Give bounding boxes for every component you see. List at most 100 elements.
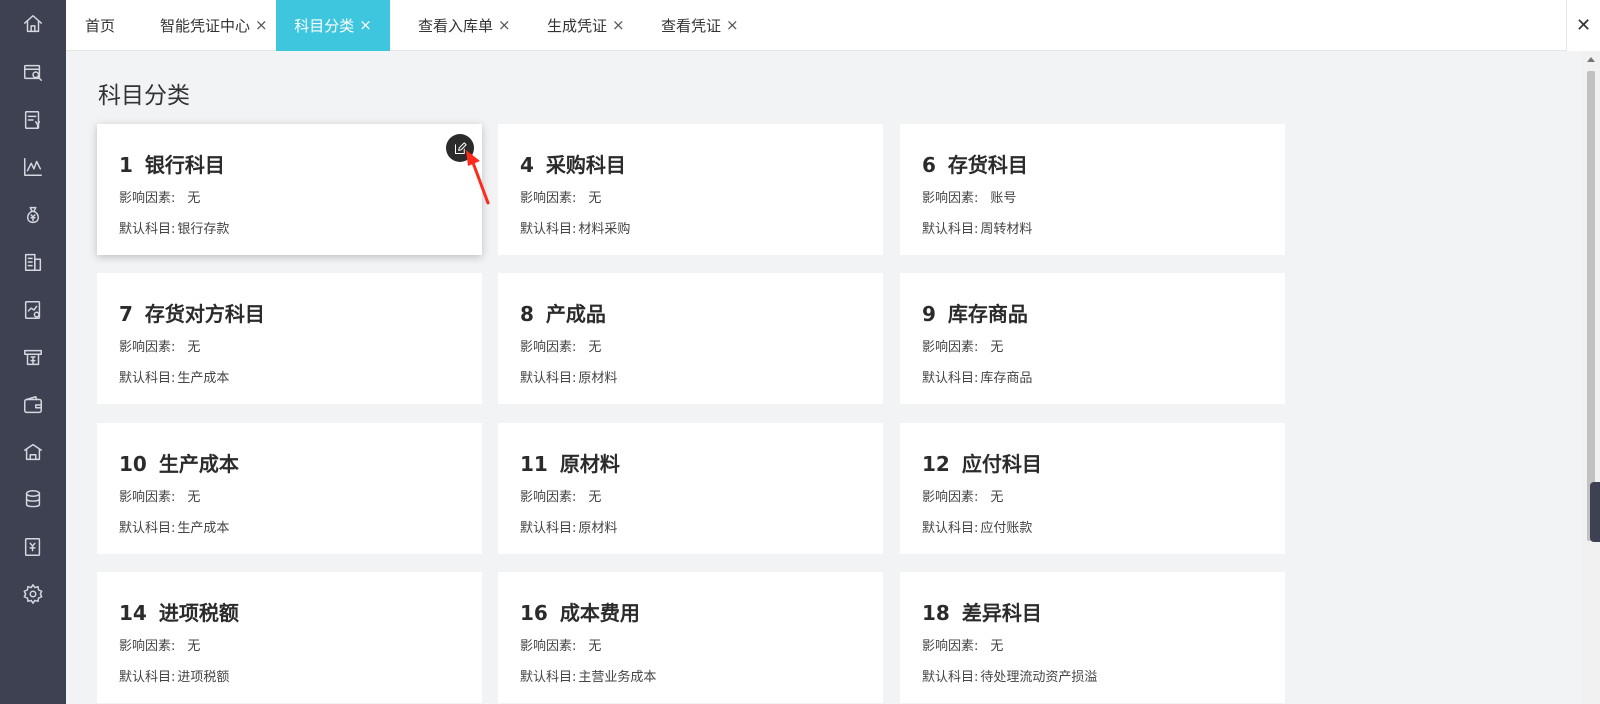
account-category-card[interactable]: 16 成本费用影响因素: 无默认科目: 主营业务成本 xyxy=(498,572,883,703)
wallet-icon[interactable] xyxy=(20,392,46,418)
account-category-card[interactable]: 12 应付科目影响因素: 无默认科目: 应付账款 xyxy=(900,423,1285,554)
card-title: 11 原材料 xyxy=(520,448,620,477)
vertical-scrollbar[interactable] xyxy=(1582,51,1600,704)
account-category-card[interactable]: 6 存货科目 影响因素: 账号 默认科目: 周转材料 xyxy=(900,124,1285,255)
invoice-icon[interactable] xyxy=(20,107,46,133)
home-icon[interactable] xyxy=(20,11,46,37)
warehouse-icon[interactable] xyxy=(20,439,46,465)
card-factor: 影响因素: 无 xyxy=(119,187,200,206)
account-category-card[interactable]: 7 存货对方科目影响因素: 无默认科目: 生产成本 xyxy=(97,273,482,404)
building-icon[interactable] xyxy=(20,249,46,275)
account-category-card[interactable]: 1 银行科目影响因素: 无默认科目: 银行存款 xyxy=(97,124,482,255)
default-value: 生产成本 xyxy=(177,371,230,386)
default-label: 默认科目: xyxy=(922,521,979,536)
card-title: 10 生产成本 xyxy=(119,448,239,477)
card-number: 4 xyxy=(520,153,534,177)
card-name: 进项税额 xyxy=(158,601,239,625)
card-title: 6 存货科目 xyxy=(922,149,1028,178)
card-factor: 影响因素: 无 xyxy=(922,486,1003,505)
factor-value: 无 xyxy=(187,490,201,505)
tab-view-voucher[interactable]: 查看凭证 × xyxy=(661,0,739,51)
card-default-account: 默认科目: 原材料 xyxy=(520,367,617,386)
tab-home[interactable]: 首页 xyxy=(85,0,115,51)
side-widget-handle[interactable] xyxy=(1590,482,1600,542)
annotation-arrow-icon xyxy=(466,150,490,205)
card-default-account: 默认科目: 应付账款 xyxy=(922,517,1032,536)
default-label: 默认科目: xyxy=(922,371,979,386)
factor-label: 影响因素: xyxy=(520,639,577,654)
card-default-account: 默认科目: 主营业务成本 xyxy=(520,666,656,685)
account-category-card[interactable]: 18 差异科目 影响因素: 无默认科目: 待处理流动资产损溢 xyxy=(900,572,1285,703)
card-factor: 影响因素: 无 xyxy=(922,635,1003,654)
account-category-card[interactable]: 8 产成品 影响因素: 无默认科目: 原材料 xyxy=(498,273,883,404)
tab-close-icon[interactable]: × xyxy=(498,18,511,33)
card-default-account: 默认科目: 银行存款 xyxy=(119,218,229,237)
factor-value: 无 xyxy=(187,639,201,654)
tab-close-icon[interactable]: × xyxy=(612,18,625,33)
default-label: 默认科目: xyxy=(922,222,979,237)
page-title: 科目分类 xyxy=(98,83,190,109)
factor-label: 影响因素: xyxy=(520,340,577,355)
card-default-account: 默认科目: 原材料 xyxy=(520,517,617,536)
default-value: 周转材料 xyxy=(980,222,1033,237)
default-value: 待处理流动资产损溢 xyxy=(980,670,1098,685)
default-value: 主营业务成本 xyxy=(578,670,657,685)
tab-smart-voucher-center[interactable]: 智能凭证中心 × xyxy=(160,0,268,51)
card-title: 16 成本费用 xyxy=(520,597,640,626)
account-category-card[interactable]: 10 生产成本 影响因素: 无默认科目: 生产成本 xyxy=(97,423,482,554)
archive-icon[interactable] xyxy=(20,344,46,370)
tab-bar: 首页 智能凭证中心 × 科目分类 × 查看入库单 × 生成凭证 × 查看凭证 ×… xyxy=(66,0,1600,51)
card-number: 9 xyxy=(922,302,936,326)
card-factor: 影响因素: 无 xyxy=(520,635,601,654)
tab-label: 科目分类 xyxy=(294,17,355,35)
tab-account-category[interactable]: 科目分类 × xyxy=(276,0,390,51)
scrollbar-thumb[interactable] xyxy=(1587,71,1595,541)
tab-view-receipt[interactable]: 查看入库单 × xyxy=(418,0,511,51)
tab-close-icon[interactable]: × xyxy=(726,18,739,33)
card-factor: 影响因素: 无 xyxy=(520,336,601,355)
account-category-card[interactable]: 4 采购科目 影响因素: 无默认科目: 材料采购 xyxy=(498,124,883,255)
factor-value: 无 xyxy=(187,340,201,355)
card-title: 12 应付科目 xyxy=(922,448,1042,477)
card-number: 6 xyxy=(922,153,936,177)
card-title: 1 银行科目 xyxy=(119,149,225,178)
factor-label: 影响因素: xyxy=(922,490,979,505)
voucher-icon[interactable] xyxy=(20,534,46,560)
factor-value: 无 xyxy=(588,340,602,355)
factor-value: 无 xyxy=(990,340,1004,355)
settings-icon[interactable] xyxy=(20,581,46,607)
scroll-up-arrow-icon[interactable] xyxy=(1587,57,1595,62)
report-icon[interactable] xyxy=(20,297,46,323)
close-all-tabs-button[interactable]: ✕ xyxy=(1566,0,1600,51)
default-label: 默认科目: xyxy=(520,670,577,685)
chart-icon[interactable] xyxy=(20,154,46,180)
card-name: 原材料 xyxy=(559,452,620,476)
card-factor: 影响因素: 无 xyxy=(119,336,200,355)
factor-value: 无 xyxy=(588,490,602,505)
tab-generate-voucher[interactable]: 生成凭证 × xyxy=(547,0,625,51)
card-title: 9 库存商品 xyxy=(922,298,1028,327)
tab-close-icon[interactable]: × xyxy=(255,18,268,33)
money-bag-icon[interactable] xyxy=(20,202,46,228)
default-label: 默认科目: xyxy=(119,521,176,536)
tab-label: 智能凭证中心 xyxy=(160,17,251,35)
factor-value: 无 xyxy=(990,490,1004,505)
factor-value: 无 xyxy=(990,639,1004,654)
default-value: 材料采购 xyxy=(578,222,631,237)
factor-label: 影响因素: xyxy=(922,639,979,654)
account-category-card[interactable]: 9 库存商品 影响因素: 无默认科目: 库存商品 xyxy=(900,273,1285,404)
account-category-card[interactable]: 11 原材料影响因素: 无默认科目: 原材料 xyxy=(498,423,883,554)
card-default-account: 默认科目: 生产成本 xyxy=(119,367,229,386)
database-icon[interactable] xyxy=(20,486,46,512)
tab-close-icon[interactable]: × xyxy=(359,18,372,33)
factor-label: 影响因素: xyxy=(520,490,577,505)
account-category-card[interactable]: 14 进项税额 影响因素: 无默认科目: 进项税额 xyxy=(97,572,482,703)
card-title: 7 存货对方科目 xyxy=(119,298,265,327)
card-number: 14 xyxy=(119,601,147,625)
factor-label: 影响因素: xyxy=(922,191,979,206)
card-number: 7 xyxy=(119,302,133,326)
default-value: 生产成本 xyxy=(177,521,230,536)
card-name: 库存商品 xyxy=(947,302,1028,326)
card-number: 16 xyxy=(520,601,548,625)
search-list-icon[interactable] xyxy=(20,59,46,85)
